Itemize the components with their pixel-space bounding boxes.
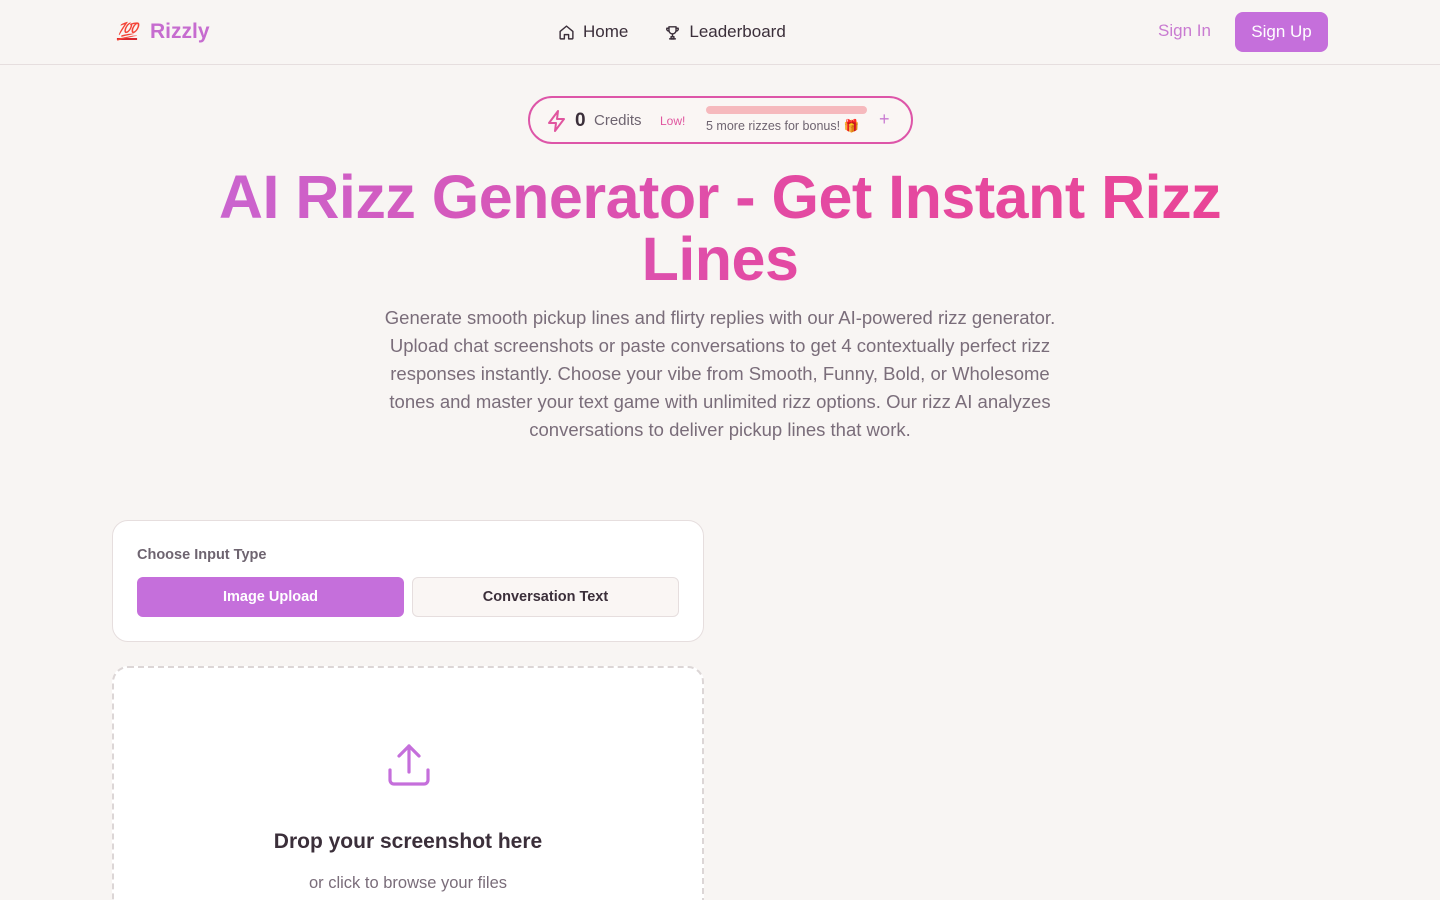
credits-count: 0 [575, 110, 586, 131]
page-title: AI Rizz Generator - Get Instant Rizz Lin… [150, 166, 1290, 290]
nav-leaderboard-label: Leaderboard [689, 22, 786, 41]
nav-home[interactable]: Home [558, 22, 628, 42]
sign-in-link[interactable]: Sign In [1158, 21, 1211, 41]
hero-description: Generate smooth pickup lines and flirty … [384, 307, 1056, 440]
bonus-text: 5 more rizzes for bonus! 🎁 [706, 119, 859, 134]
lightning-bolt-icon [548, 110, 565, 132]
input-type-card: Choose Input Type Image Upload Conversat… [112, 520, 704, 642]
brand-link[interactable]: 💯 Rizzly [112, 16, 210, 48]
upload-icon [388, 744, 430, 786]
home-icon [559, 24, 574, 40]
credits-status-badge: Low! [660, 114, 686, 128]
main-nav: Home Leaderboard [558, 19, 786, 45]
conversation-text-tab[interactable]: Conversation Text [412, 577, 679, 617]
input-type-label: Choose Input Type [137, 547, 267, 563]
trophy-icon [666, 25, 680, 40]
sign-up-button[interactable]: Sign Up [1235, 12, 1328, 52]
dropzone-subtitle: or click to browse your files [308, 874, 508, 892]
image-upload-tab[interactable]: Image Upload [137, 577, 404, 617]
top-navbar: 💯 Rizzly Home Leaderboard Sign In Sign U… [0, 0, 1440, 65]
add-credits-button[interactable]: + [879, 109, 890, 130]
hundred-points-logo-icon: 💯 [116, 22, 138, 42]
gift-icon: 🎁 [843, 119, 860, 133]
nav-home-label: Home [583, 22, 629, 41]
nav-leaderboard[interactable]: Leaderboard [664, 22, 786, 42]
dropzone-title: Drop your screenshot here [273, 830, 543, 853]
bonus-progress-bar [706, 106, 867, 114]
brand-name: Rizzly [150, 20, 210, 43]
credits-widget: 0 Credits Low! 5 more rizzes for bonus! … [528, 96, 913, 144]
screenshot-dropzone[interactable]: Drop your screenshot here or click to br… [112, 666, 704, 900]
bonus-text-label: 5 more rizzes for bonus! [706, 119, 841, 133]
credits-label: Credits [594, 112, 642, 129]
